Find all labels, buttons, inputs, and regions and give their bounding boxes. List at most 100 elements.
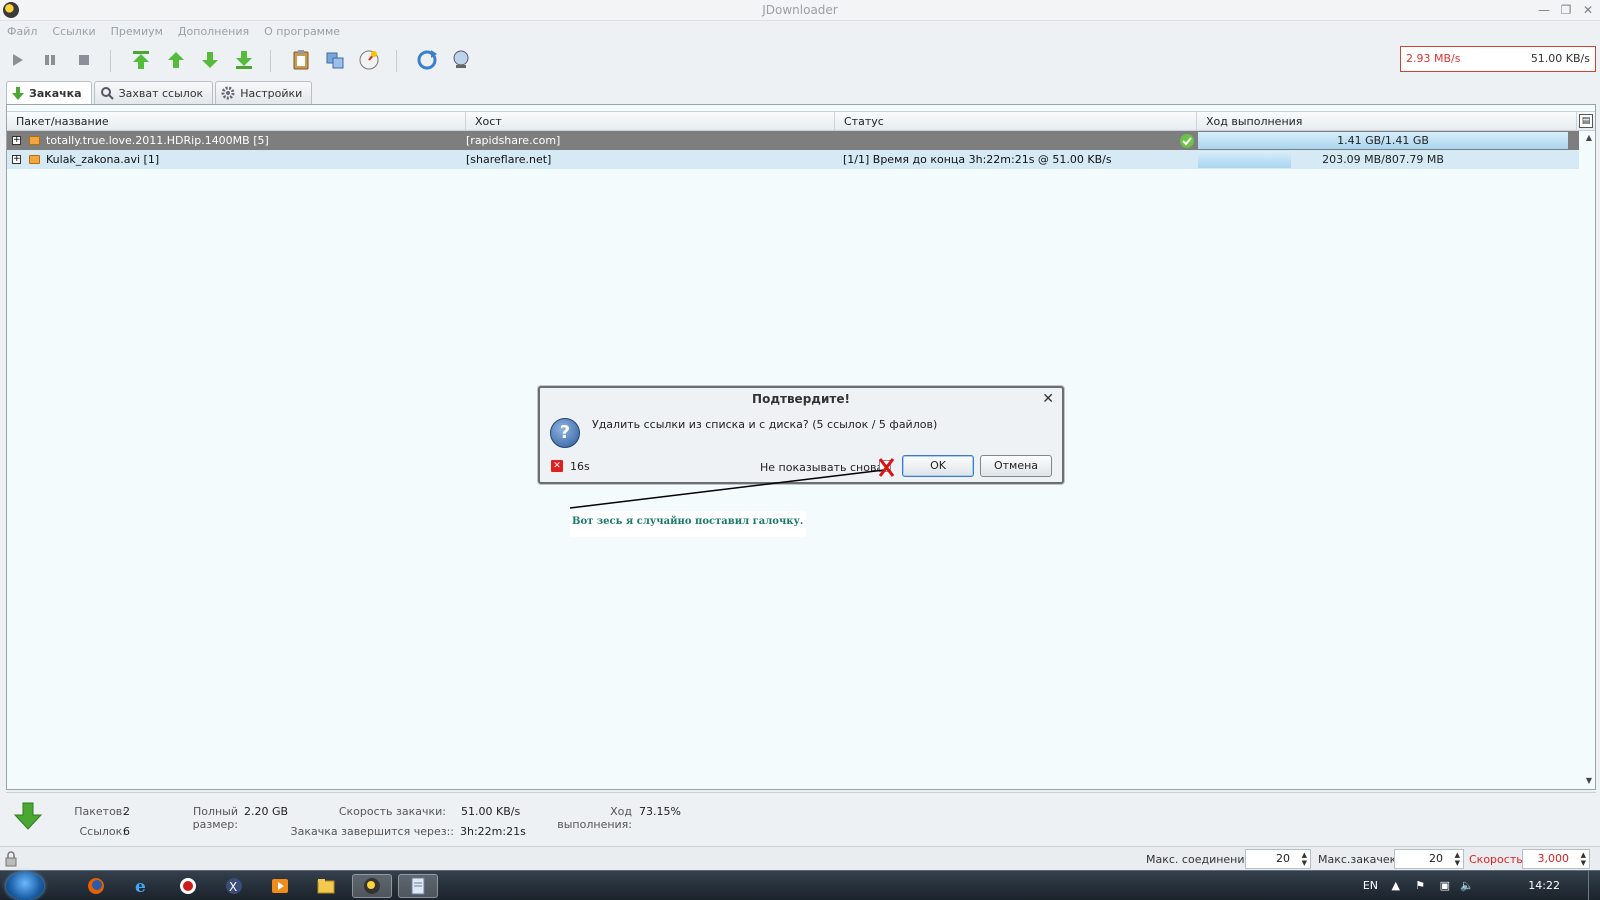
reconnect-icon[interactable] bbox=[322, 47, 348, 73]
tab-label: Настройки bbox=[240, 86, 303, 100]
jdownloader-task-icon[interactable] bbox=[352, 874, 392, 898]
package-host: [rapidshare.com] bbox=[466, 134, 561, 147]
show-desktop-button[interactable] bbox=[1588, 871, 1598, 900]
toolbar bbox=[0, 42, 1600, 78]
packages-value: 2 bbox=[123, 805, 130, 818]
tab-downloads[interactable]: Закачка bbox=[6, 81, 92, 105]
title-bar: JDownloader — ❐ ✕ bbox=[0, 0, 1600, 21]
tray-expand-icon[interactable]: ▲ bbox=[1392, 879, 1400, 892]
column-header-name[interactable]: Пакет/название bbox=[7, 112, 466, 131]
menu-premium[interactable]: Премиум bbox=[111, 25, 163, 38]
column-header-host[interactable]: Хост bbox=[466, 112, 835, 131]
move-up-icon[interactable] bbox=[163, 47, 189, 73]
move-bottom-icon[interactable] bbox=[231, 47, 257, 73]
toolbar-separator bbox=[110, 50, 111, 72]
move-top-icon[interactable] bbox=[128, 47, 154, 73]
start-button[interactable] bbox=[6, 872, 44, 900]
language-indicator[interactable]: EN bbox=[1363, 879, 1378, 892]
download-speed-label: Скорость закачки: bbox=[338, 805, 446, 818]
max-downloads-spinner[interactable]: 20 ▲ ▼ bbox=[1394, 849, 1464, 869]
scroll-down-icon[interactable]: ▼ bbox=[1586, 776, 1592, 785]
timer-cancel-icon[interactable]: ✕ bbox=[551, 460, 563, 472]
packages-label: Пакетов: bbox=[74, 805, 126, 818]
link-grabber-icon bbox=[100, 87, 114, 100]
progress-bar: 203.09 MB/807.79 MB bbox=[1198, 151, 1568, 168]
table-row[interactable]: + Kulak_zakona.avi [1] [shareflare.net] … bbox=[7, 150, 1579, 169]
package-name: Kulak_zakona.avi [1] bbox=[46, 153, 160, 166]
eta-label: Закачка завершится через:: bbox=[290, 825, 454, 838]
clipboard-icon[interactable] bbox=[288, 47, 314, 73]
svg-text:e: e bbox=[135, 877, 146, 896]
main-tabs: Закачка Захват ссылок Настройки bbox=[6, 81, 313, 105]
clock[interactable]: 14:22 bbox=[1528, 879, 1560, 892]
svg-text:X: X bbox=[229, 880, 237, 894]
table-header: Пакет/название Хост Статус Ход выполнени… bbox=[7, 111, 1595, 131]
window-title: JDownloader bbox=[762, 3, 838, 17]
dialog-countdown: 16s bbox=[570, 460, 590, 473]
speed-limit-spinner[interactable]: 3,000 ▲ ▼ bbox=[1522, 849, 1590, 869]
expand-toggle-icon[interactable]: + bbox=[12, 155, 21, 164]
summary-panel: Пакетов: 2 Ссылок: 6 Полный размер: 2.20… bbox=[6, 792, 1596, 844]
spinner-arrows-icon[interactable]: ▲ ▼ bbox=[1455, 851, 1460, 867]
action-center-flag-icon[interactable]: ⚑ bbox=[1415, 879, 1425, 892]
progress-value: 73.15% bbox=[639, 805, 681, 818]
total-size-label: Полный размер: bbox=[192, 805, 238, 831]
ok-button[interactable]: OK bbox=[902, 455, 974, 477]
menu-addons[interactable]: Дополнения bbox=[178, 25, 249, 38]
progress-bar: 1.41 GB/1.41 GB bbox=[1198, 132, 1568, 149]
scroll-up-icon[interactable]: ▲ bbox=[1586, 133, 1592, 142]
download-speed-value: 51.00 KB/s bbox=[461, 805, 521, 818]
table-row[interactable]: + totally.true.love.2011.HDRip.1400MB [5… bbox=[7, 131, 1579, 150]
tab-settings[interactable]: Настройки bbox=[215, 81, 313, 104]
download-summary-icon bbox=[14, 802, 42, 830]
premium-meter-icon[interactable] bbox=[356, 47, 382, 73]
tab-link-grabber[interactable]: Захват ссылок bbox=[93, 81, 214, 104]
menu-about[interactable]: О программе bbox=[264, 25, 340, 38]
max-downloads-value: 20 bbox=[1429, 852, 1443, 865]
close-icon[interactable]: ✕ bbox=[1580, 2, 1596, 18]
stop-icon[interactable] bbox=[71, 47, 97, 73]
media-player-icon[interactable] bbox=[260, 874, 300, 898]
spinner-arrows-icon[interactable]: ▲ ▼ bbox=[1581, 851, 1586, 867]
column-header-status[interactable]: Статус bbox=[835, 112, 1197, 131]
opera-icon[interactable] bbox=[168, 874, 208, 898]
menu-bar: Файл Ссылки Премиум Дополнения О програм… bbox=[0, 21, 1600, 41]
network-icon[interactable] bbox=[448, 47, 474, 73]
network-tray-icon[interactable]: ▣ bbox=[1440, 879, 1450, 892]
links-label: Ссылок: bbox=[79, 825, 126, 838]
maximize-icon[interactable]: ❐ bbox=[1558, 2, 1574, 18]
column-header-progress[interactable]: Ход выполнения bbox=[1197, 112, 1577, 131]
package-host: [shareflare.net] bbox=[466, 153, 552, 166]
toolbar-separator bbox=[270, 50, 271, 72]
speed-limit-label: Скорость bbox=[1469, 853, 1523, 866]
play-icon[interactable] bbox=[4, 47, 30, 73]
menu-links[interactable]: Ссылки bbox=[52, 25, 95, 38]
current-speed: 2.93 MB/s bbox=[1406, 52, 1461, 65]
menu-file[interactable]: Файл bbox=[7, 25, 37, 38]
speed-meter: 2.93 MB/s 51.00 KB/s bbox=[1400, 46, 1596, 72]
eta-value: 3h:22m:21s bbox=[460, 825, 526, 838]
minimize-icon[interactable]: — bbox=[1536, 2, 1552, 18]
explorer-folder-icon[interactable] bbox=[306, 874, 346, 898]
internet-explorer-icon[interactable]: e bbox=[122, 874, 162, 898]
move-down-icon[interactable] bbox=[197, 47, 223, 73]
volume-icon[interactable]: 🔈 bbox=[1460, 879, 1474, 892]
gear-icon bbox=[221, 86, 235, 100]
question-icon: ? bbox=[550, 418, 580, 448]
dialog-close-icon[interactable]: ✕ bbox=[1042, 391, 1054, 407]
spinner-arrows-icon[interactable]: ▲ ▼ bbox=[1302, 851, 1307, 867]
firefox-icon[interactable] bbox=[76, 874, 116, 898]
download-arrow-icon bbox=[12, 86, 24, 100]
expand-toggle-icon[interactable]: + bbox=[12, 136, 21, 145]
cancel-button[interactable]: Отмена bbox=[980, 455, 1052, 477]
column-chooser-icon[interactable]: ▤ bbox=[1579, 114, 1593, 128]
dont-show-again-checkbox[interactable] bbox=[879, 460, 891, 472]
dialog-message: Удалить ссылки из списка и с диска? (5 с… bbox=[592, 418, 938, 431]
app-x-icon[interactable]: X bbox=[214, 874, 254, 898]
refresh-icon[interactable] bbox=[414, 47, 440, 73]
pause-icon[interactable] bbox=[37, 47, 63, 73]
package-name: totally.true.love.2011.HDRip.1400MB [5] bbox=[46, 134, 269, 147]
max-connections-spinner[interactable]: 20 ▲ ▼ bbox=[1245, 849, 1311, 869]
document-task-icon[interactable] bbox=[398, 874, 438, 898]
max-downloads-label: Макс.закачек bbox=[1318, 853, 1397, 866]
